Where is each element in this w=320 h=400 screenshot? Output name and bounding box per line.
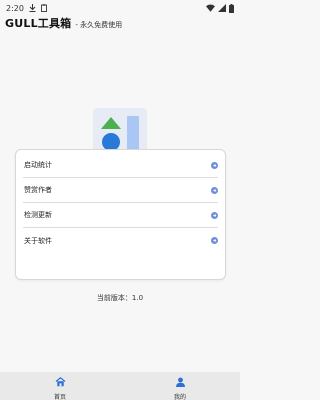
chevron-right-icon	[211, 186, 218, 194]
chevron-right-icon	[211, 237, 218, 244]
version-text: 当前版本：1.0	[96, 294, 144, 302]
home-icon	[55, 372, 66, 391]
bottom-nav: 首页 我的	[0, 372, 240, 400]
chevron-right-icon	[211, 211, 218, 219]
chevron-right-icon	[211, 161, 218, 169]
signal-icon	[218, 4, 226, 12]
app-header: GULL工具箱 - 永久免费使用	[5, 15, 122, 31]
nav-home[interactable]: 首页	[30, 372, 90, 400]
user-icon	[175, 372, 186, 391]
nav-profile-label: 我的	[173, 393, 186, 400]
app-title: GULL工具箱	[5, 17, 72, 30]
menu-item-label: 启动统计	[24, 161, 52, 169]
nav-home-label: 首页	[53, 393, 66, 400]
menu-item-label: 检测更新	[24, 211, 52, 219]
menu-item-launch-stats[interactable]: 启动统计	[23, 153, 218, 178]
status-right	[206, 3, 234, 13]
menu-item-check-update[interactable]: 检测更新	[23, 203, 218, 228]
menu-item-label: 关于软件	[24, 236, 52, 245]
clipboard-icon	[41, 4, 47, 12]
status-time: 2:20	[6, 3, 24, 13]
menu-item-donate[interactable]: 赞赏作者	[23, 178, 218, 203]
logo-bar	[127, 116, 139, 152]
app-subtitle: - 永久免费使用	[75, 21, 123, 29]
menu-item-label: 赞赏作者	[24, 186, 52, 194]
logo-triangle	[101, 117, 121, 129]
menu-card: 启动统计 赞赏作者 检测更新 关于软件	[15, 149, 226, 280]
battery-icon	[229, 3, 234, 13]
nav-profile[interactable]: 我的	[150, 372, 210, 400]
download-icon	[29, 4, 36, 12]
status-bar: 2:20	[0, 0, 240, 16]
menu-item-about[interactable]: 关于软件	[23, 228, 218, 253]
status-left: 2:20	[6, 4, 47, 13]
wifi-icon	[206, 4, 215, 12]
